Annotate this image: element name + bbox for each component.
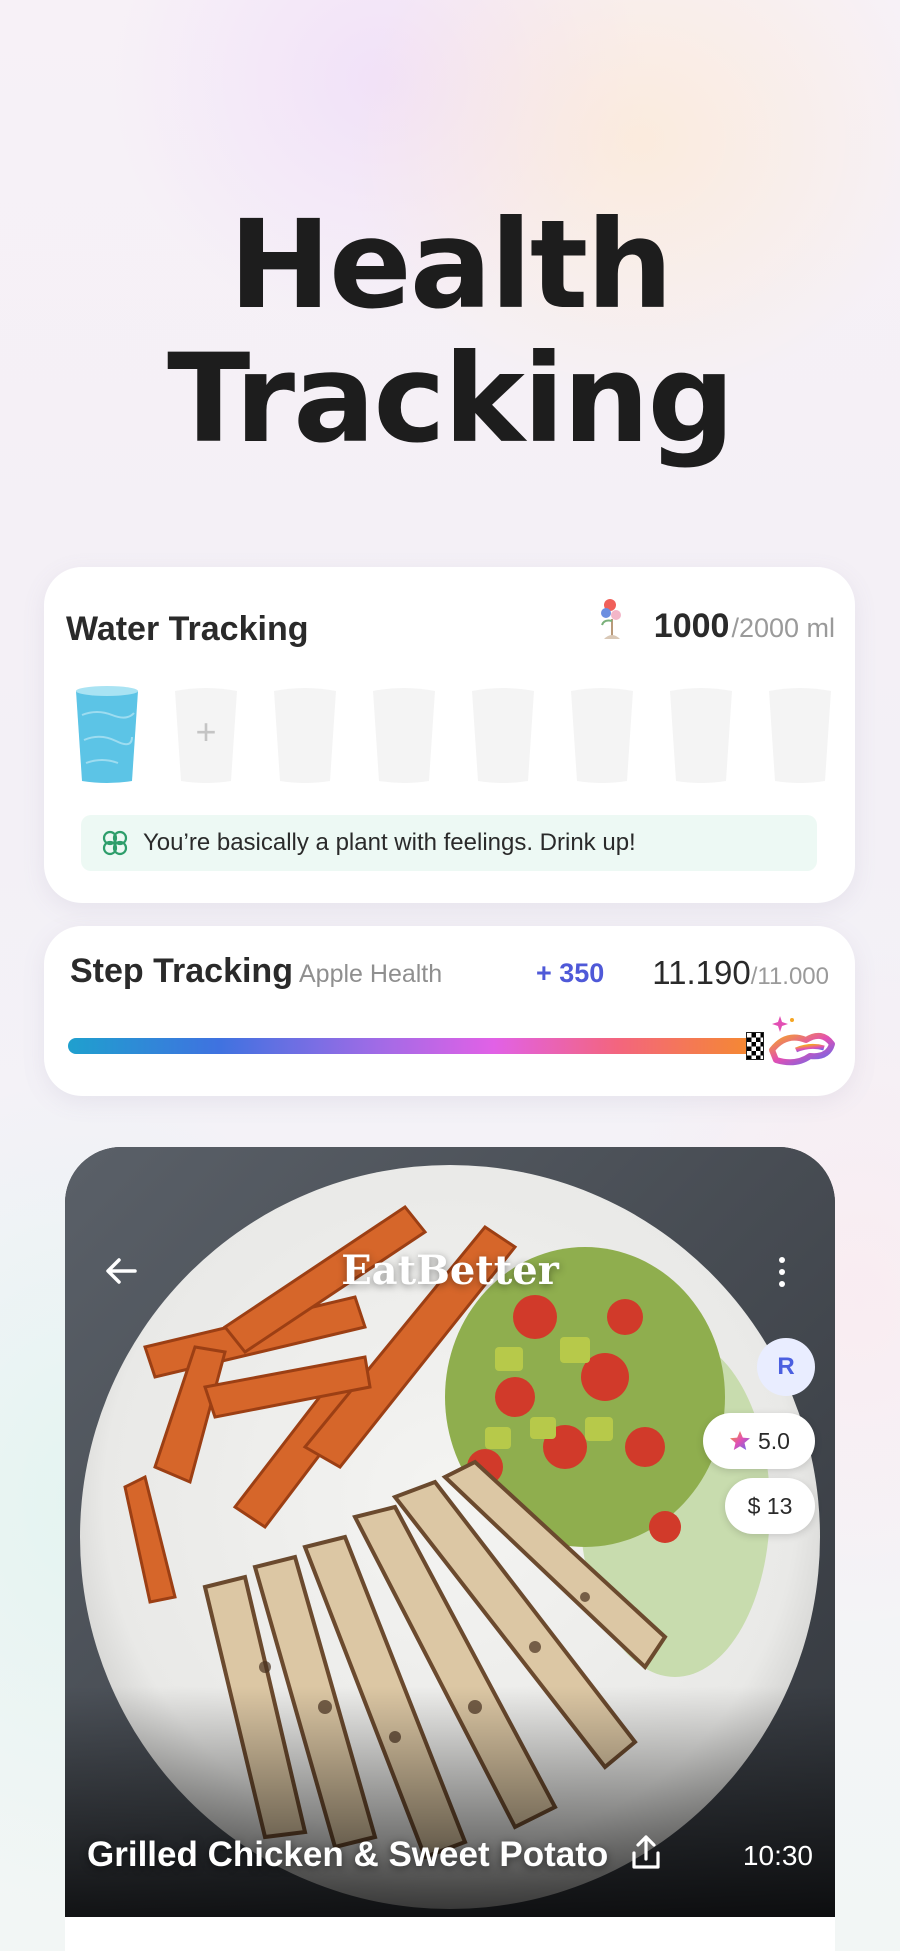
step-count: 11.190 /11.000 bbox=[652, 954, 829, 992]
step-goal: /11.000 bbox=[750, 963, 829, 990]
brand-logo: EatBetter bbox=[341, 1247, 559, 1294]
water-glass-empty[interactable] bbox=[369, 685, 439, 785]
rating-value: 5.0 bbox=[758, 1427, 790, 1454]
water-amount: 1000 /2000 ml bbox=[654, 607, 835, 646]
step-card-title: Step Tracking bbox=[70, 952, 293, 990]
hero-title-line1: Health bbox=[228, 194, 673, 336]
hero-title: Health Tracking bbox=[0, 198, 900, 466]
step-delta: + 350 bbox=[536, 958, 605, 988]
shoe-icon bbox=[769, 1016, 835, 1066]
add-glass-button[interactable]: + bbox=[171, 685, 241, 785]
water-tracking-card: Water Tracking 1000 /2000 ml + You’re ba… bbox=[44, 567, 855, 903]
water-tip-banner: You’re basically a plant with feelings. … bbox=[81, 815, 817, 871]
star-icon bbox=[730, 1431, 750, 1450]
water-glass-empty[interactable] bbox=[666, 685, 736, 785]
hero-title-line2: Tracking bbox=[167, 328, 735, 470]
video-time: 10:30 bbox=[742, 1840, 813, 1871]
water-glass-empty[interactable] bbox=[270, 685, 340, 785]
step-tracking-card: Step Tracking Apple Health + 350 11.190 … bbox=[44, 926, 855, 1096]
finish-flag-icon bbox=[746, 1032, 764, 1060]
water-card-title: Water Tracking bbox=[66, 610, 309, 648]
step-progress-bar bbox=[68, 1038, 755, 1054]
price-value: $ 13 bbox=[747, 1492, 793, 1519]
dish-name: Grilled Chicken & Sweet Potato bbox=[87, 1835, 609, 1874]
recipe-card-footer bbox=[65, 1917, 835, 1951]
clover-icon bbox=[102, 830, 128, 856]
water-glass-empty[interactable] bbox=[765, 685, 835, 785]
step-current: 11.190 bbox=[652, 954, 751, 991]
water-goal: /2000 ml bbox=[731, 613, 835, 643]
water-glass-empty[interactable] bbox=[468, 685, 538, 785]
plant-icon bbox=[601, 599, 621, 639]
step-progress-fill bbox=[68, 1038, 755, 1054]
more-icon[interactable] bbox=[777, 1257, 787, 1291]
share-icon[interactable] bbox=[628, 1833, 664, 1873]
price-badge[interactable]: $ 13 bbox=[725, 1478, 815, 1534]
water-tip-text: You’re basically a plant with feelings. … bbox=[143, 829, 636, 856]
recipe-card[interactable]: EatBetter R 5.0 $ 13 Grilled Chicken & S… bbox=[65, 1147, 835, 1917]
water-glass-empty[interactable] bbox=[567, 685, 637, 785]
step-source: Apple Health bbox=[299, 960, 443, 988]
add-glass-plus-icon: + bbox=[195, 711, 217, 752]
avatar[interactable]: R bbox=[757, 1338, 815, 1396]
water-glasses-row: + bbox=[72, 685, 835, 785]
rating-badge[interactable]: 5.0 bbox=[703, 1413, 815, 1469]
water-glass-filled[interactable] bbox=[72, 685, 142, 785]
water-current: 1000 bbox=[653, 607, 730, 645]
